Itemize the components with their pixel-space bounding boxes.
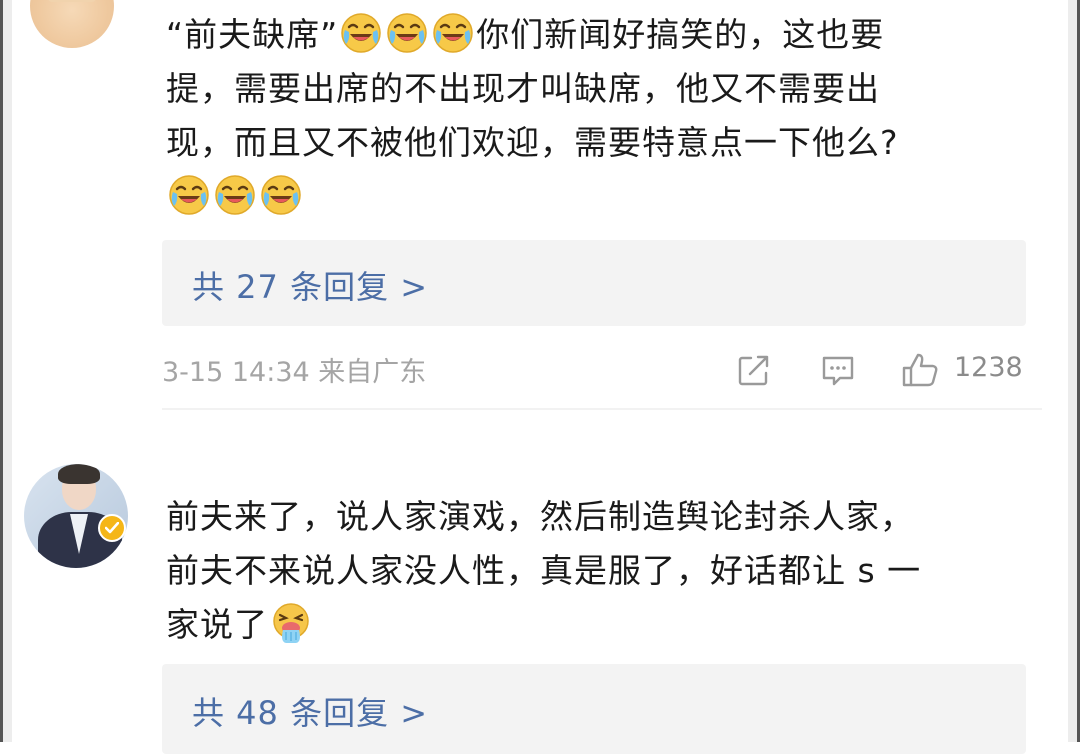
laughing-crying-emoji-icon	[432, 12, 474, 54]
laughing-crying-emoji-icon	[340, 12, 382, 54]
comment-text-segment: 提，需要出席的不出现才叫缺席，他又不需要出	[166, 69, 880, 108]
laughing-crying-emoji-icon	[260, 174, 302, 216]
frame-edge-right	[1068, 0, 1080, 742]
share-icon[interactable]	[734, 350, 774, 390]
comment-text-segment: 前夫不来说人家没人性，真是服了，好话都让 s 一	[166, 551, 922, 590]
view-replies-link[interactable]: 共 48 条回复 >	[192, 688, 428, 734]
comment-text-segment: 前夫来了，说人家演戏，然后制造舆论封杀人家，	[166, 497, 914, 536]
comment-text-segment: 现，而且又不被他们欢迎，需要特意点一下他么?	[166, 123, 899, 162]
comment-divider	[162, 408, 1042, 410]
comment-icon[interactable]	[818, 350, 858, 390]
view-replies-link[interactable]: 共 27 条回复 >	[192, 262, 428, 308]
verified-icon	[98, 514, 126, 542]
avatar[interactable]	[30, 0, 114, 48]
comment-meta-row: 3-15 14:34 来自广东 1238	[162, 344, 1026, 394]
frame-edge-left	[0, 0, 12, 742]
comment-body: 前夫来了，说人家演戏，然后制造舆论封杀人家， 前夫不来说人家没人性，真是服了，好…	[166, 490, 1016, 652]
comment-text-segment: “前夫缺席”	[166, 15, 339, 54]
comment-text-segment: 家说了	[166, 605, 268, 644]
comment-feed: “前夫缺席” 你们新闻好搞笑的，这也要 提，需要出席的不出现才叫缺席，他又不需要出…	[0, 0, 1080, 754]
laughing-crying-emoji-icon	[386, 12, 428, 54]
avatar-decoration	[48, 0, 96, 2]
laughing-crying-emoji-icon	[168, 174, 210, 216]
avatar-figure	[58, 464, 100, 484]
vomiting-emoji-icon	[270, 602, 312, 644]
comment-body: “前夫缺席” 你们新闻好搞笑的，这也要 提，需要出席的不出现才叫缺席，他又不需要出…	[166, 8, 1016, 224]
like-count: 1238	[954, 352, 1023, 383]
replies-box[interactable]: 共 48 条回复 >	[162, 664, 1026, 754]
thumbs-up-icon[interactable]	[900, 350, 940, 390]
comment-timestamp: 3-15 14:34 来自广东	[162, 357, 427, 388]
laughing-crying-emoji-icon	[214, 174, 256, 216]
replies-box[interactable]: 共 27 条回复 >	[162, 240, 1026, 326]
comment-text-segment: 你们新闻好搞笑的，这也要	[476, 15, 885, 54]
